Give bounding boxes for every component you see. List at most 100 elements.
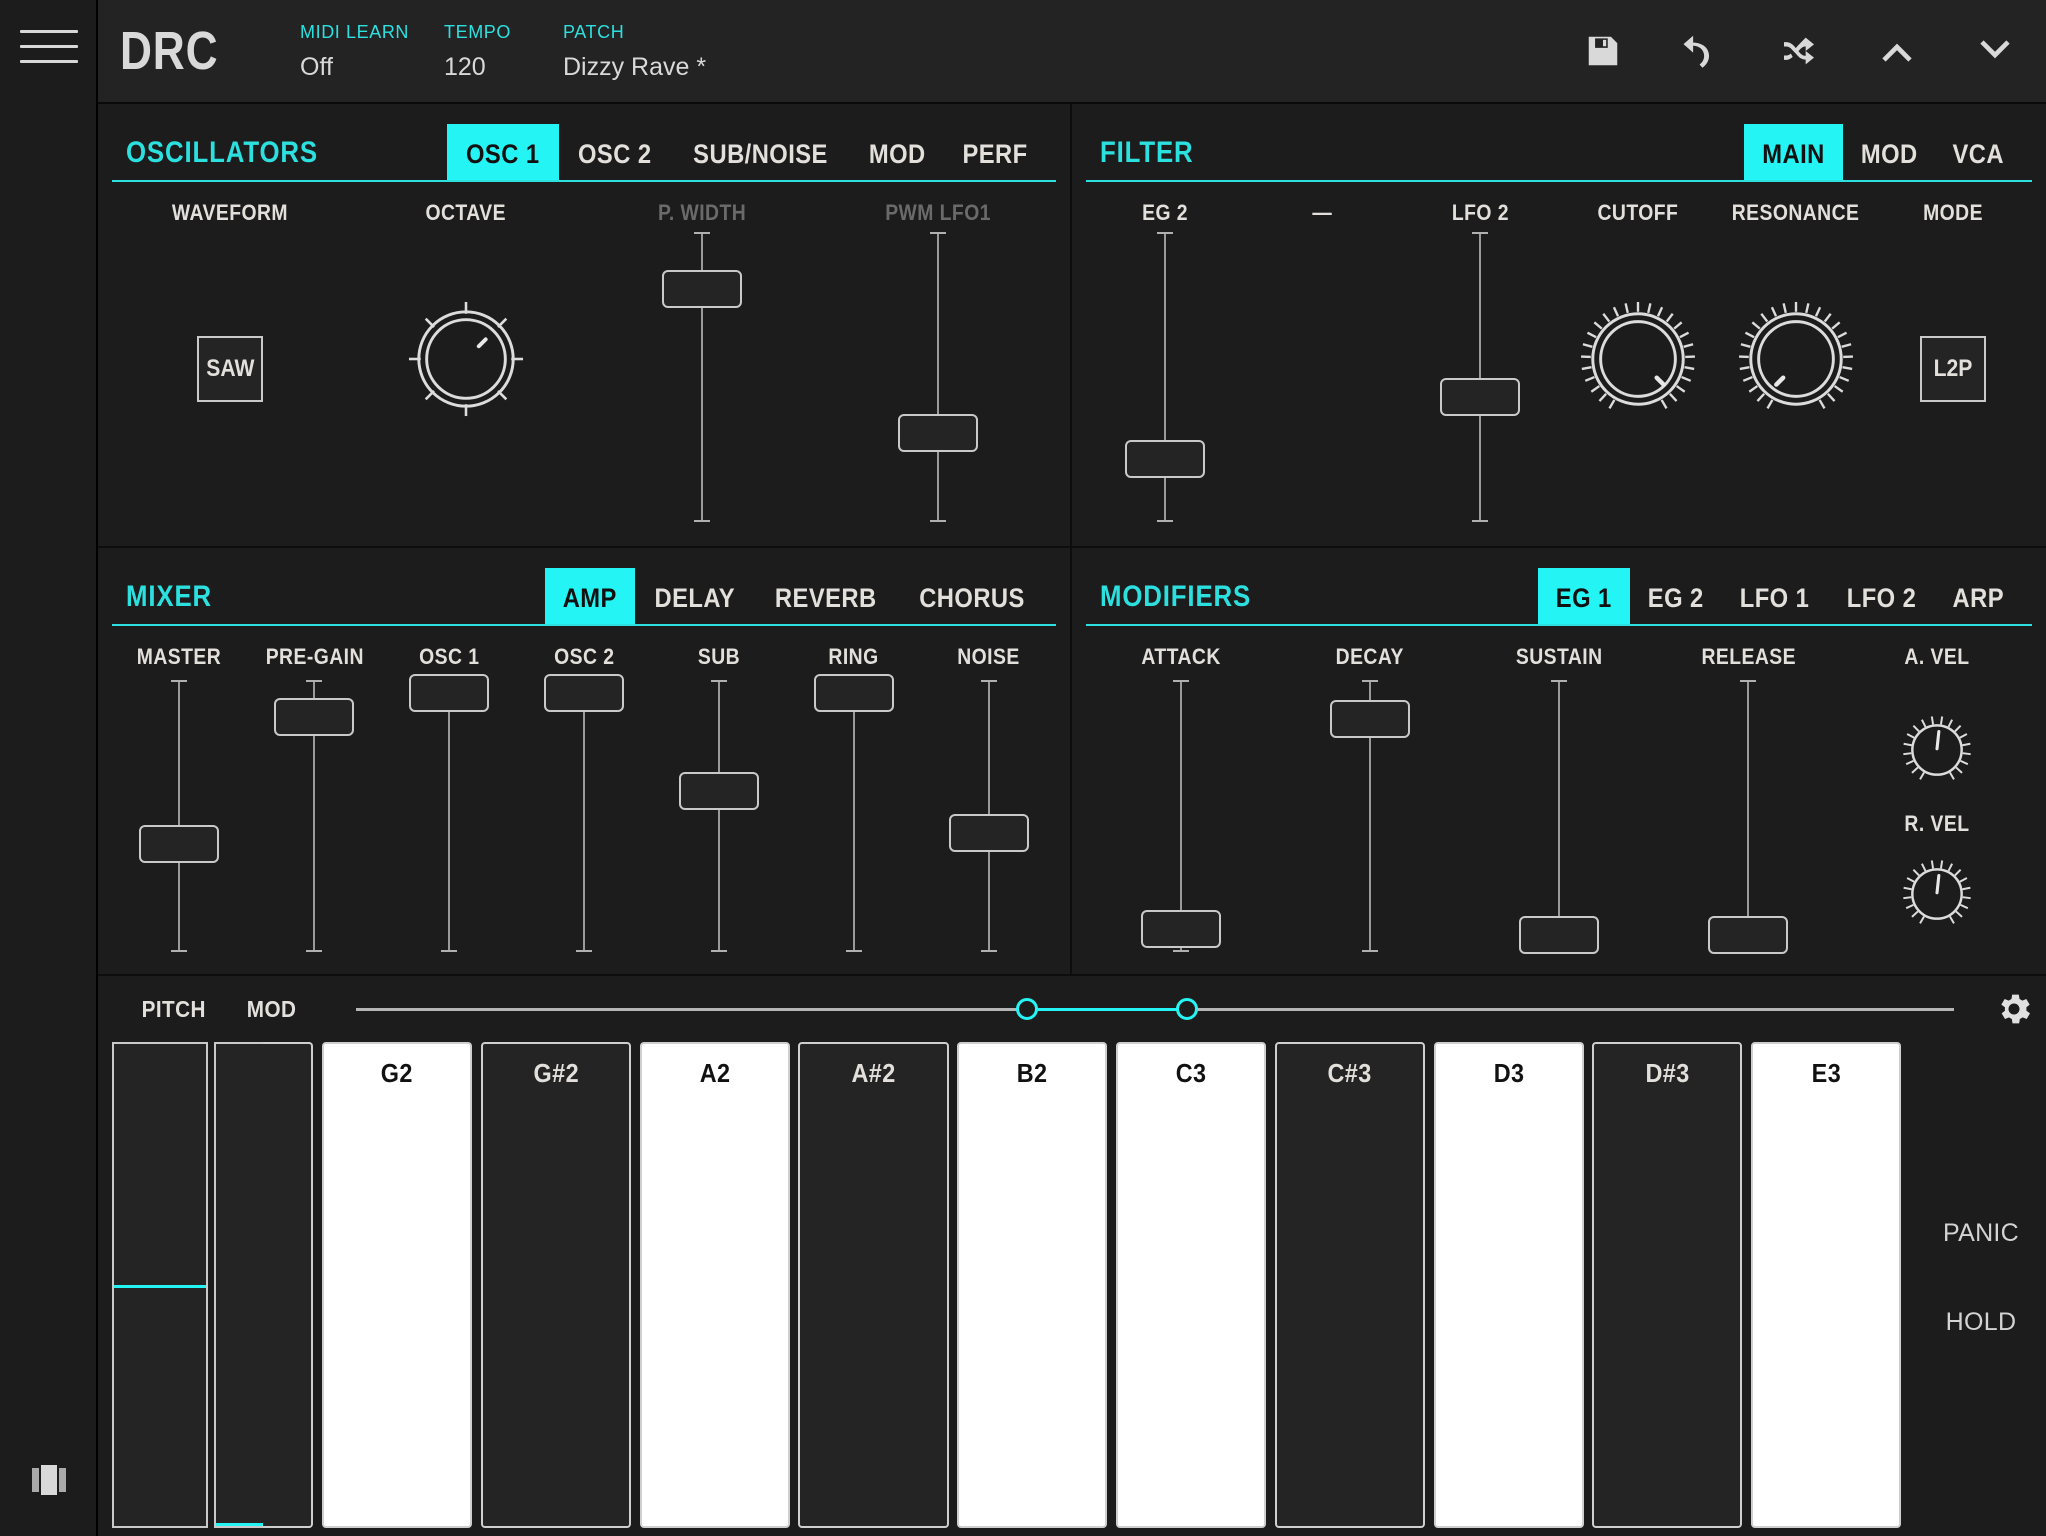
filter-eg2-slider[interactable] xyxy=(1086,232,1244,522)
midi-learn-field[interactable]: MIDI LEARN Off xyxy=(300,23,440,80)
attack-slider[interactable] xyxy=(1086,680,1275,952)
tab-perf[interactable]: PERF xyxy=(944,124,1046,180)
tab-lfo-2[interactable]: LFO 2 xyxy=(1828,568,1935,624)
hamburger-menu-icon[interactable] xyxy=(20,30,78,70)
sustain-slider[interactable] xyxy=(1464,680,1653,954)
piano-key-Gsharp2[interactable]: G#2 xyxy=(480,1042,631,1528)
mix-osc2-slider[interactable] xyxy=(517,674,652,952)
cutoff-knob[interactable] xyxy=(1579,300,1697,532)
tab-filter-main[interactable]: MAIN xyxy=(1743,124,1843,180)
mix-osc1-slider[interactable] xyxy=(382,674,517,952)
label-resonance: RESONANCE xyxy=(1731,200,1860,225)
pre-gain-slider[interactable] xyxy=(247,680,382,952)
tab-amp[interactable]: AMP xyxy=(545,568,635,624)
lane-sustain xyxy=(1464,680,1653,960)
octave-range-slider[interactable] xyxy=(356,989,1954,1029)
mix-noise-slider[interactable] xyxy=(921,680,1056,952)
chevron-up-icon[interactable] xyxy=(1874,28,1920,74)
oscillators-titlebar: OSCILLATORS OSC 1 OSC 2 SUB/NOISE MOD PE… xyxy=(112,120,1056,182)
keyboard-row: PITCH MOD G2 G#2 A2 A#2 B2 C3 C#3 D3 D#3… xyxy=(98,974,2046,1536)
range-handle-start[interactable] xyxy=(1016,998,1039,1020)
waveform-button[interactable]: SAW xyxy=(197,336,263,402)
hold-button[interactable]: HOLD xyxy=(1946,1308,2017,1337)
octave-knob[interactable] xyxy=(407,300,525,532)
tempo-field[interactable]: TEMPO 120 xyxy=(444,23,559,80)
panic-button[interactable]: PANIC xyxy=(1943,1219,2019,1248)
undo-icon[interactable] xyxy=(1678,28,1724,74)
piano-key-label: C#3 xyxy=(1327,1058,1372,1088)
piano-key-partial[interactable] xyxy=(262,1042,314,1528)
patch-field[interactable]: PATCH Dizzy Rave * xyxy=(563,23,903,80)
header-toolbar xyxy=(1580,28,2018,74)
piano-key-B2[interactable]: B2 xyxy=(957,1042,1108,1528)
modifiers-title: MODIFIERS xyxy=(1100,580,1252,613)
mixer-tabs: AMP DELAY REVERB CHORUS xyxy=(545,564,1046,624)
master-slider[interactable] xyxy=(112,680,247,952)
tab-osc-2[interactable]: OSC 2 xyxy=(559,124,671,180)
piano-keys[interactable]: G2 G#2 A2 A#2 B2 C3 C#3 D3 D#3 E3 xyxy=(262,1042,1906,1528)
pwm-lfo1-slider[interactable] xyxy=(820,232,1056,522)
lane-filter-dash xyxy=(1244,232,1402,532)
decay-slider[interactable] xyxy=(1275,680,1464,952)
filter-panel: FILTER MAIN MOD VCA EG 2 — LFO 2 CUTOFF … xyxy=(1072,104,2046,546)
piano-key-Csharp3[interactable]: C#3 xyxy=(1274,1042,1425,1528)
a-vel-knob[interactable] xyxy=(1900,713,1974,787)
pitch-wheel[interactable] xyxy=(112,1042,208,1528)
tab-chorus[interactable]: CHORUS xyxy=(898,568,1046,624)
piano-key-label: C3 xyxy=(1175,1058,1207,1088)
label-mix-ring: RING xyxy=(828,644,879,669)
filter-lfo2-slider[interactable] xyxy=(1401,232,1559,522)
tab-eg-2[interactable]: EG 2 xyxy=(1630,568,1722,624)
chevron-down-icon[interactable] xyxy=(1972,28,2018,74)
piano-key-label: G#2 xyxy=(533,1058,579,1088)
keyboard-main: G2 G#2 A2 A#2 B2 C3 C#3 D3 D#3 E3 PANIC HOLD xyxy=(98,1042,2046,1536)
tab-sub-noise[interactable]: SUB/NOISE xyxy=(670,124,851,180)
filter-mode-button[interactable]: L2P xyxy=(1920,336,1987,402)
shuffle-icon[interactable] xyxy=(1776,28,1822,74)
piano-key-G2[interactable]: G2 xyxy=(322,1042,473,1528)
r-vel-knob[interactable] xyxy=(1900,857,1974,931)
lane-decay xyxy=(1275,680,1464,960)
piano-key-Dsharp3[interactable]: D#3 xyxy=(1592,1042,1743,1528)
piano-key-A2[interactable]: A2 xyxy=(639,1042,790,1528)
piano-key-label: D3 xyxy=(1493,1058,1525,1088)
tab-filter-vca[interactable]: VCA xyxy=(1935,124,2022,180)
mixer-controls xyxy=(98,674,1070,960)
tab-arp[interactable]: ARP xyxy=(1935,568,2022,624)
range-handle-end[interactable] xyxy=(1175,998,1198,1020)
mix-ring-slider[interactable] xyxy=(786,674,921,952)
piano-key-label: G2 xyxy=(381,1058,414,1088)
patch-value: Dizzy Rave * xyxy=(563,52,707,81)
label-octave: OCTAVE xyxy=(425,200,507,225)
tab-osc-mod[interactable]: MOD xyxy=(851,124,944,180)
label-r-vel: R. VEL xyxy=(1904,811,1970,836)
p-width-slider[interactable] xyxy=(584,232,820,522)
tab-reverb[interactable]: REVERB xyxy=(754,568,898,624)
release-slider[interactable] xyxy=(1654,680,1843,954)
label-mix-osc2: OSC 2 xyxy=(553,644,615,669)
tab-filter-mod[interactable]: MOD xyxy=(1843,124,1936,180)
modifiers-tabs: EG 1 EG 2 LFO 1 LFO 2 ARP xyxy=(1538,564,2022,624)
lane-p-width xyxy=(584,232,820,532)
lane-mix-noise xyxy=(921,680,1056,960)
lane-mix-sub xyxy=(651,680,786,960)
tab-delay[interactable]: DELAY xyxy=(635,568,755,624)
piano-key-label: A2 xyxy=(699,1058,731,1088)
piano-key-C3[interactable]: C3 xyxy=(1116,1042,1267,1528)
panel-row-top: OSCILLATORS OSC 1 OSC 2 SUB/NOISE MOD PE… xyxy=(98,104,2046,546)
piano-key-E3[interactable]: E3 xyxy=(1751,1042,1902,1528)
mix-sub-slider[interactable] xyxy=(651,680,786,952)
keyboard-toggle-icon[interactable] xyxy=(30,1464,68,1496)
piano-key-Asharp2[interactable]: A#2 xyxy=(798,1042,949,1528)
tab-osc-1[interactable]: OSC 1 xyxy=(447,124,559,180)
save-icon[interactable] xyxy=(1580,28,1626,74)
lane-release xyxy=(1654,680,1843,960)
tab-eg-1[interactable]: EG 1 xyxy=(1538,568,1630,624)
oscillators-controls: SAW xyxy=(98,232,1070,532)
label-filter-dash: — xyxy=(1312,200,1333,225)
piano-key-D3[interactable]: D3 xyxy=(1433,1042,1584,1528)
pitch-wheel-label: PITCH xyxy=(141,995,207,1022)
gear-icon[interactable] xyxy=(1990,985,2038,1033)
resonance-knob[interactable] xyxy=(1737,300,1855,532)
tab-lfo-1[interactable]: LFO 1 xyxy=(1721,568,1828,624)
